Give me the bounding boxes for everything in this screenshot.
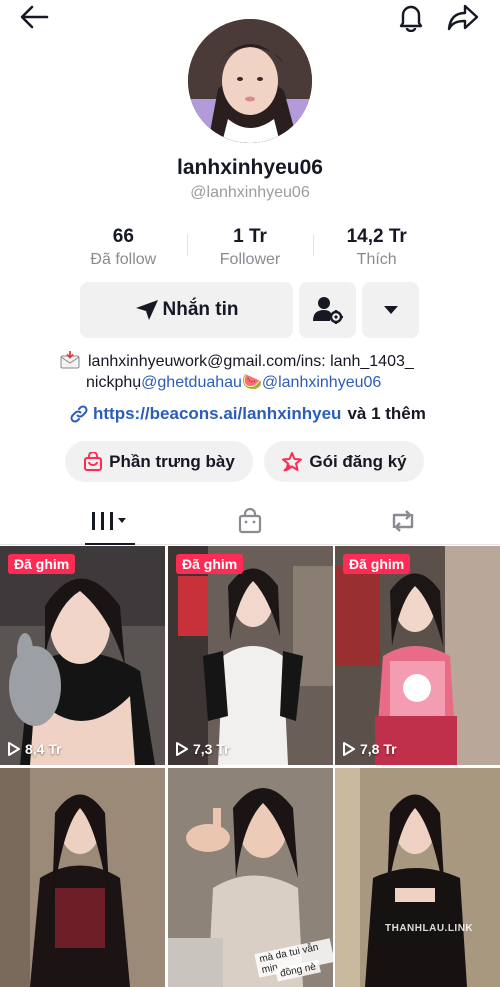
play-icon xyxy=(343,742,355,756)
avatar-image xyxy=(188,19,312,143)
message-button[interactable]: Nhắn tin xyxy=(80,282,293,338)
bio-line-nick: nickphụ@ghetduahau🍉@lanhxinhyeu06 xyxy=(86,372,480,393)
video-cover-image xyxy=(0,768,165,987)
bio-link-row: https://beacons.ai/lanhxinhyeu và 1 thêm xyxy=(70,404,490,424)
share-button[interactable] xyxy=(444,0,482,34)
video-cover-image xyxy=(168,546,333,765)
message-button-label: Nhắn tin xyxy=(162,299,239,320)
bio-email-text: lanhxinhyeuwork@gmail.com/ins: lanh_1403… xyxy=(88,353,414,370)
pinned-badge: Đã ghim xyxy=(176,554,244,574)
user-gear-icon xyxy=(312,297,343,324)
watermelon-emoji: 🍉 xyxy=(241,374,262,391)
stat-label: Thích xyxy=(356,251,397,268)
video-cover-image xyxy=(335,546,500,765)
arrow-left-icon xyxy=(20,5,49,29)
showcase-chip[interactable]: Phần trưng bày xyxy=(65,441,253,482)
username: lanhxinhyeu06 xyxy=(177,156,323,179)
video-thumbnail[interactable] xyxy=(0,768,165,987)
video-thumbnail[interactable]: mà da tui vẫn mịn đồng nè xyxy=(168,768,333,987)
repost-icon xyxy=(392,510,414,532)
view-count-text: 7,8 Tr xyxy=(360,741,397,757)
more-links-button[interactable]: và 1 thêm xyxy=(347,404,425,424)
link-icon xyxy=(70,405,88,423)
notification-button[interactable] xyxy=(394,0,428,34)
avatar[interactable] xyxy=(188,19,312,143)
stat-value: 66 xyxy=(112,226,134,247)
video-thumbnail[interactable]: Đã ghim 7,3 Tr xyxy=(168,546,333,765)
showcase-chip-label: Phần trưng bày xyxy=(109,451,235,471)
shopping-bag-icon xyxy=(238,508,262,534)
stat-likes[interactable]: 14,2 Tr Thích xyxy=(313,226,440,272)
video-cover-image xyxy=(335,768,500,987)
tab-shop[interactable] xyxy=(200,498,300,544)
bell-icon xyxy=(399,5,423,32)
view-count-text: 8,4 Tr xyxy=(25,741,62,757)
profile-stats: 66 Đã follow 1 Tr Follower 14,2 Tr Thích xyxy=(60,226,440,272)
video-thumbnail[interactable]: THANHLAU.LINK xyxy=(335,768,500,987)
stat-followers[interactable]: 1 Tr Follower xyxy=(186,226,314,272)
share-arrow-icon xyxy=(447,4,479,31)
view-count: 7,3 Tr xyxy=(176,741,230,757)
video-cover-image xyxy=(0,546,165,765)
more-options-button[interactable] xyxy=(362,282,419,338)
stat-value: 1 Tr xyxy=(233,226,267,247)
watermark-text: THANHLAU.LINK xyxy=(385,923,474,934)
video-grid: Đã ghim 8,4 Tr Đã ghim 7,3 Tr Đã ghim 7,… xyxy=(0,546,500,987)
bio: lanhxinhyeuwork@gmail.com/ins: lanh_1403… xyxy=(60,351,480,393)
view-count: 8,4 Tr xyxy=(8,741,62,757)
shopping-bag-icon xyxy=(84,451,103,471)
mention-link[interactable]: @ghetduahau xyxy=(141,374,242,391)
view-count: 7,8 Tr xyxy=(343,741,397,757)
user-handle: @lanhxinhyeu06 xyxy=(190,184,310,201)
back-button[interactable] xyxy=(14,0,54,34)
mail-inbox-icon xyxy=(60,351,80,369)
user-settings-button[interactable] xyxy=(299,282,356,338)
play-icon xyxy=(8,742,20,756)
tab-reposts[interactable] xyxy=(353,498,453,544)
pinned-badge: Đã ghim xyxy=(343,554,411,574)
stat-label: Follower xyxy=(219,251,281,268)
caret-down-icon xyxy=(383,306,398,314)
view-count-text: 7,3 Tr xyxy=(193,741,230,757)
stat-following[interactable]: 66 Đã follow xyxy=(60,226,187,272)
bio-url-link[interactable]: https://beacons.ai/lanhxinhyeu xyxy=(93,404,341,424)
bio-line-email: lanhxinhyeuwork@gmail.com/ins: lanh_1403… xyxy=(60,351,480,372)
bio-nick-text: nickphụ xyxy=(86,374,142,391)
subscription-chip-label: Gói đăng ký xyxy=(309,451,407,471)
subscription-chip[interactable]: Gói đăng ký xyxy=(264,441,424,482)
pinned-badge: Đã ghim xyxy=(8,554,76,574)
video-thumbnail[interactable]: Đã ghim 7,8 Tr xyxy=(335,546,500,765)
mention-link[interactable]: @lanhxinhyeu06 xyxy=(262,374,381,391)
send-icon xyxy=(135,300,158,320)
profile-tabs xyxy=(0,498,500,545)
stat-label: Đã follow xyxy=(90,251,157,268)
video-grid-icon xyxy=(92,512,126,530)
tab-videos[interactable] xyxy=(60,498,160,545)
star-badge-icon xyxy=(282,451,303,472)
video-thumbnail[interactable]: Đã ghim 8,4 Tr xyxy=(0,546,165,765)
play-icon xyxy=(176,742,188,756)
stat-value: 14,2 Tr xyxy=(346,226,407,247)
